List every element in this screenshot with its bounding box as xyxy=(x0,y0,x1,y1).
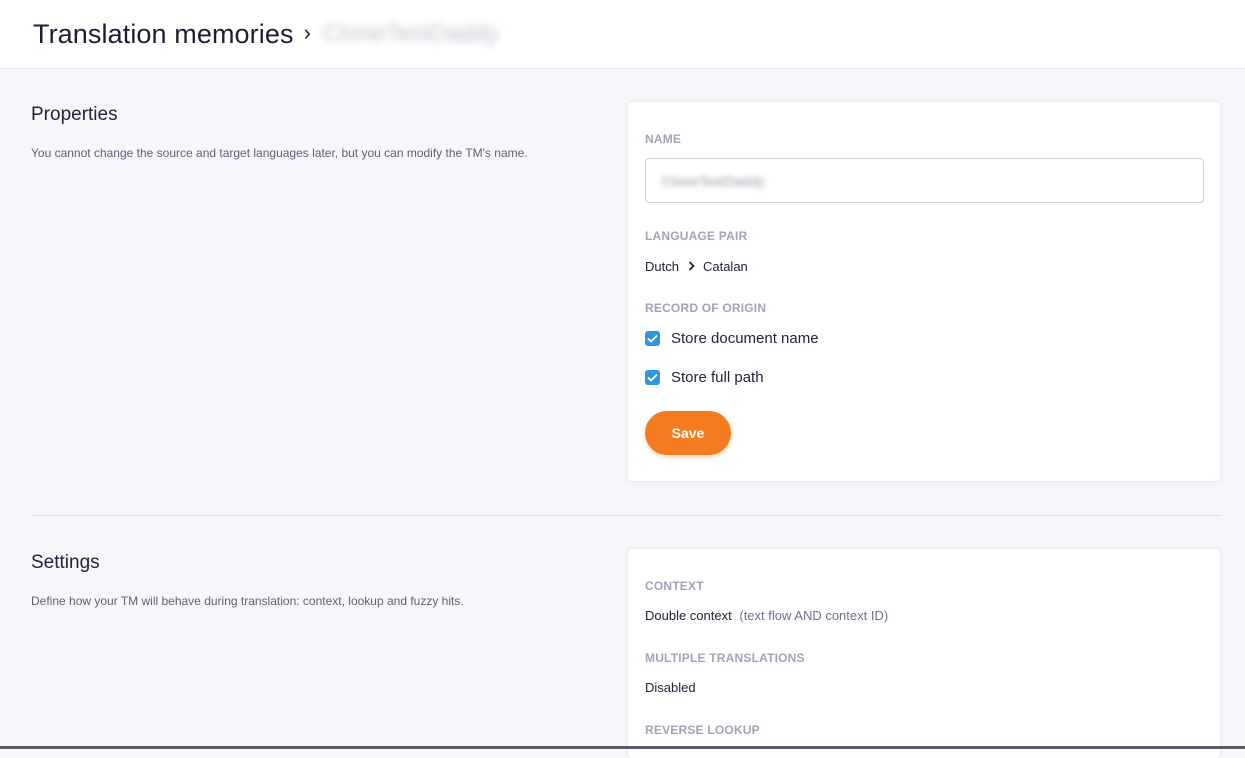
language-pair-label: LANGUAGE PAIR xyxy=(645,229,748,243)
breadcrumb-translation-memories[interactable]: Translation memories xyxy=(33,19,294,50)
check-icon xyxy=(647,334,658,343)
multiple-translations-label: MULTIPLE TRANSLATIONS xyxy=(645,651,805,665)
store-full-path-option[interactable]: Store full path xyxy=(645,369,764,386)
check-icon xyxy=(647,373,658,382)
multiple-translations-value: Disabled xyxy=(645,680,696,695)
record-of-origin-label: RECORD OF ORIGIN xyxy=(645,301,767,315)
chevron-right-icon xyxy=(688,258,695,274)
properties-description: You cannot change the source and target … xyxy=(31,146,528,160)
context-value: Double context xyxy=(645,608,732,623)
name-input[interactable]: CloneTestDaddy xyxy=(645,158,1204,203)
name-input-value: CloneTestDaddy xyxy=(662,172,765,189)
store-document-name-option[interactable]: Store document name xyxy=(645,330,819,347)
reverse-lookup-label: REVERSE LOOKUP xyxy=(645,723,760,737)
save-button[interactable]: Save xyxy=(645,411,731,455)
language-pair: Dutch Catalan xyxy=(645,258,748,274)
settings-title: Settings xyxy=(31,552,100,573)
settings-card: CONTEXT Double context (text flow AND co… xyxy=(627,548,1221,758)
properties-card: NAME CloneTestDaddy LANGUAGE PAIR Dutch … xyxy=(627,101,1221,482)
context-value-row: Double context (text flow AND context ID… xyxy=(645,608,888,623)
section-divider xyxy=(31,515,1221,516)
breadcrumb-current-tm: CloneTestDaddy xyxy=(322,20,500,47)
target-language: Catalan xyxy=(702,258,748,274)
store-document-name-checkbox[interactable] xyxy=(645,331,660,346)
store-full-path-checkbox[interactable] xyxy=(645,370,660,385)
source-language: Dutch xyxy=(645,258,679,274)
context-detail: (text flow AND context ID) xyxy=(739,608,889,623)
page-header: Translation memories › CloneTestDaddy xyxy=(0,0,1245,69)
context-label: CONTEXT xyxy=(645,579,704,593)
properties-title: Properties xyxy=(31,104,118,125)
store-full-path-label: Store full path xyxy=(671,369,764,386)
breadcrumb-separator-icon: › xyxy=(303,20,311,45)
name-label: NAME xyxy=(645,132,682,146)
store-document-name-label: Store document name xyxy=(671,330,819,347)
settings-description: Define how your TM will behave during tr… xyxy=(31,594,464,608)
